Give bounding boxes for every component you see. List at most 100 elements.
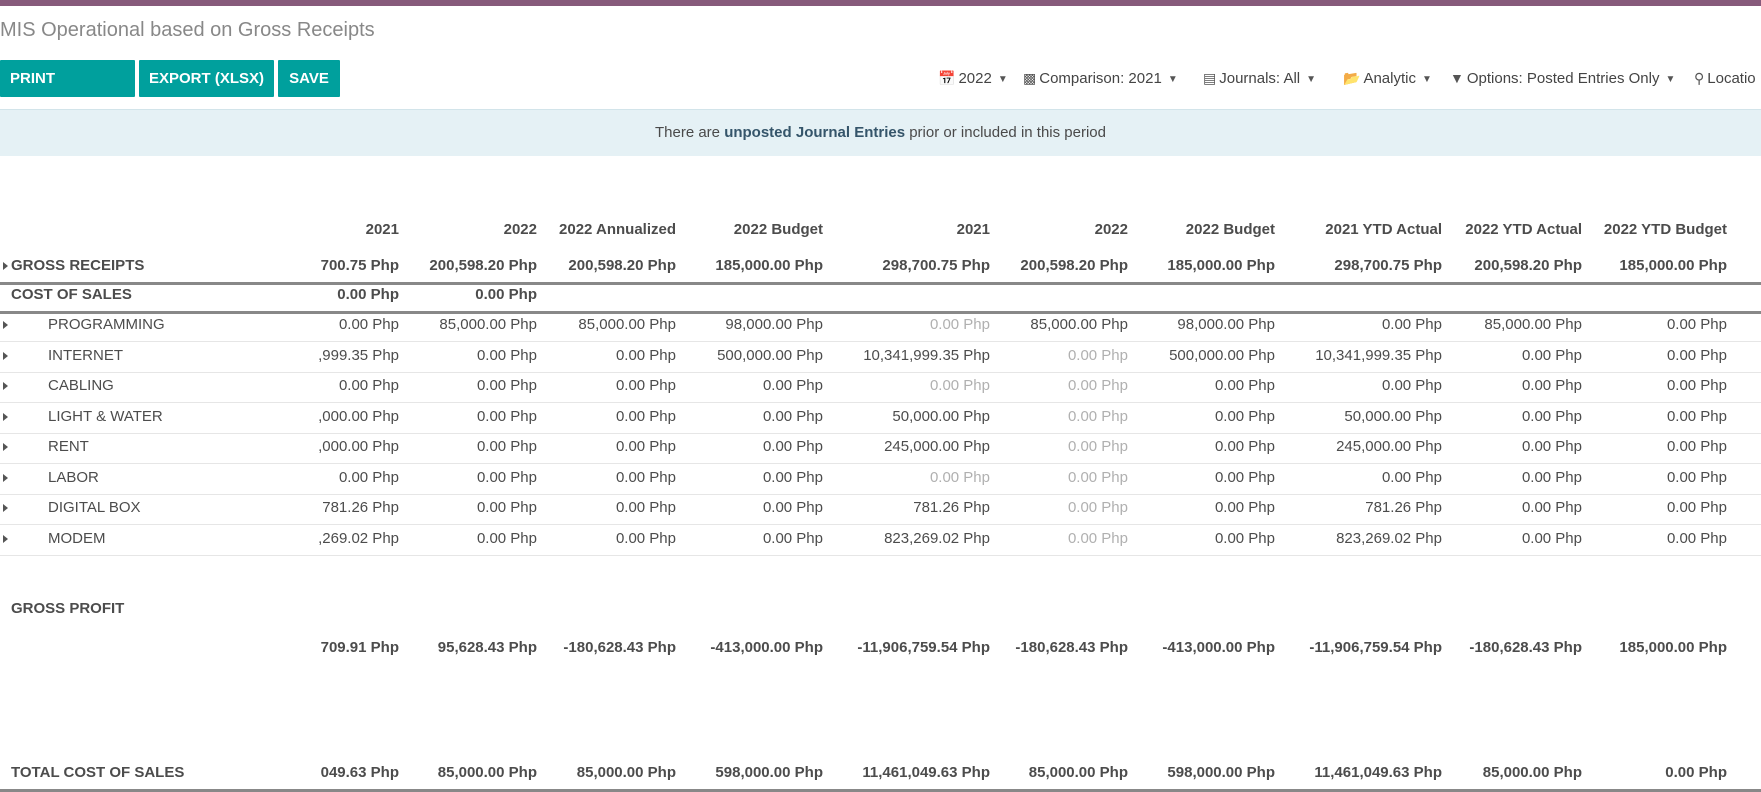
row-value: 0.00 Php [615, 468, 676, 486]
row-value: 245,000.00 Php [884, 438, 990, 455]
report-header-row: 2021 2022 2022 Annualized 2022 Budget 2021 20… [0, 210, 1761, 250]
row-value: 781.26 Php [1365, 499, 1442, 516]
journals-filter[interactable]: ▤ Journals: All ▼ [1203, 60, 1316, 98]
row-value: 0.00 Php [1521, 499, 1582, 516]
total-cost-of-sales-row-label: TOTAL COST OF SALES [11, 764, 185, 781]
page-title: MIS Operational based on Gross Receipts [0, 19, 375, 41]
comparison-filter-label: Comparison: 2021 [1039, 70, 1162, 87]
cost-of-sales-line-label: LIGHT & WATER [48, 407, 163, 425]
expand-caret-icon[interactable] [3, 382, 8, 390]
options-filter-label: Options: Posted Entries Only [1466, 70, 1660, 87]
analytic-filter[interactable]: 📂 Analytic ▼ [1343, 60, 1432, 98]
row-value: 0.00 Php [1666, 499, 1727, 516]
cost-of-sales-line[interactable]: MODEM ,269.02 Php 0.00 Php 0.00 Php 0.00 Php… [0, 523, 1761, 556]
row-value: 0.00 Php [1666, 438, 1727, 455]
row-value: 823,269.02 Php [1336, 529, 1442, 547]
row-value: 0.00 Php [476, 346, 537, 364]
row-value: 0.00 Php [1521, 529, 1582, 547]
location-filter-label: Locatio [1707, 70, 1756, 87]
cost-of-sales-line-label: RENT [48, 438, 89, 455]
column-header: 2022 [1094, 221, 1128, 238]
alert-prefix: There are [654, 124, 725, 141]
filter-bar: 📅 2022 ▼ ▩ Comparison: 2021 ▼ ▤ Journals: All… [0, 60, 1761, 97]
row-value: 185,000.00 Php [715, 257, 823, 274]
alert-suffix: prior or included in this period [905, 124, 1106, 141]
row-value: 0.00 Php [615, 438, 676, 455]
expand-caret-icon[interactable] [3, 321, 8, 329]
row-value: 0.00 Php [1067, 438, 1128, 455]
row-value: 0.00 Php [1666, 529, 1727, 547]
row-value: 781.26 Php [322, 499, 399, 516]
cost-of-sales-line[interactable]: LIGHT & WATER ,000.00 Php 0.00 Php 0.00 Php… [0, 401, 1761, 434]
map-marker-icon: ⚲ [1694, 70, 1705, 86]
options-filter[interactable]: ▼ Options: Posted Entries Only ▼ [1450, 60, 1675, 98]
row-value: 0.00 Php [615, 346, 676, 364]
period-filter[interactable]: 📅 2022 ▼ [938, 60, 1008, 98]
row-value: 0.00 Php [476, 468, 537, 486]
column-header: 2022 YTD Budget [1603, 221, 1727, 238]
funnel-icon: ▼ [1450, 70, 1464, 86]
gross-profit-value: 95,628.43 Php [437, 639, 537, 656]
expand-caret-icon[interactable] [3, 534, 8, 543]
gross-profit-value: -11,906,759.54 Php [1309, 639, 1442, 656]
comparison-filter[interactable]: ▩ Comparison: 2021 ▼ [1023, 60, 1178, 98]
expand-caret-icon[interactable] [3, 412, 8, 421]
column-header: 2022 Budget [733, 221, 823, 238]
cost-of-sales-line[interactable]: PROGRAMMING 0.00 Php 85,000.00 Php 85,000.0… [0, 309, 1761, 342]
cost-of-sales-line[interactable]: INTERNET ,999.35 Php 0.00 Php 0.00 Php 500,0… [0, 340, 1761, 373]
cost-of-sales-line-label: INTERNET [48, 346, 123, 364]
row-value: 0.00 Php [615, 499, 676, 516]
row-value: 245,000.00 Php [1336, 438, 1442, 455]
gross-profit-value: -180,628.43 Php [1469, 639, 1582, 656]
row-value: 98,000.00 Php [1177, 316, 1275, 333]
caret-down-icon: ▼ [997, 74, 1008, 85]
row-value: 0.00 Php [1067, 499, 1128, 516]
caret-down-icon: ▼ [1665, 74, 1676, 85]
gross-profit-value: -180,628.43 Php [563, 639, 676, 656]
row-value: 85,000.00 Php [1030, 316, 1128, 333]
expand-caret-icon[interactable] [3, 473, 8, 482]
expand-caret-icon[interactable] [3, 504, 8, 512]
caret-down-icon: ▼ [1421, 74, 1432, 85]
gross-receipts-row-label: GROSS RECEIPTS [11, 257, 145, 274]
row-value: 0.00 Php [929, 316, 990, 333]
row-value: 0.00 Php [1665, 764, 1727, 781]
row-value: 0.00 Php [338, 316, 399, 333]
row-value: 0.00 Php [1214, 468, 1275, 486]
unposted-entries-link[interactable]: unposted Journal Entries [724, 124, 905, 141]
expand-caret-icon[interactable] [3, 351, 8, 360]
row-value: 0.00 Php [615, 529, 676, 547]
row-value: 0.00 Php [1521, 407, 1582, 425]
row-value: 598,000.00 Php [1167, 764, 1275, 781]
row-value: 0.00 Php [476, 438, 537, 455]
cost-of-sales-line[interactable]: LABOR 0.00 Php 0.00 Php 0.00 Php 0.00 Php 0.0… [0, 462, 1761, 495]
row-value: 0.00 Php [1067, 377, 1128, 394]
cost-of-sales-line-label: DIGITAL BOX [48, 499, 141, 516]
caret-down-icon: ▼ [1306, 74, 1317, 85]
row-value: 0.00 Php [1381, 377, 1442, 394]
gross-profit-label: GROSS PROFIT [11, 600, 125, 617]
analytic-filter-label: Analytic [1363, 70, 1416, 87]
cost-of-sales-line[interactable]: CABLING 0.00 Php 0.00 Php 0.00 Php 0.00 Php 0… [0, 370, 1761, 403]
row-value: 11,461,049.63 Php [1314, 764, 1442, 781]
row-value: 0.00 Php [1214, 499, 1275, 516]
row-value: ,269.02 Php [318, 529, 399, 547]
book-icon: ▤ [1203, 70, 1217, 86]
row-value: 85,000.00 Php [439, 316, 537, 333]
gross-profit-value: -413,000.00 Php [710, 639, 823, 656]
row-value: 11,461,049.63 Php [862, 764, 990, 781]
row-value: 85,000.00 Php [576, 764, 676, 781]
expand-caret-icon[interactable] [3, 443, 8, 451]
row-value: 185,000.00 Php [1619, 257, 1727, 274]
cost-of-sales-line[interactable]: RENT ,000.00 Php 0.00 Php 0.00 Php 0.00 Php 2… [0, 431, 1761, 464]
expand-caret-icon[interactable] [3, 262, 8, 270]
column-header: 2022 Annualized [559, 221, 676, 238]
cost-of-sales-line[interactable]: DIGITAL BOX 781.26 Php 0.00 Php 0.00 Php 0.0… [0, 492, 1761, 525]
location-filter[interactable]: ⚲ Locatio [1694, 60, 1756, 97]
row-value: 0.00 Php [476, 407, 537, 425]
row-value: 0.00 Php [475, 286, 537, 303]
row-value: 0.00 Php [1067, 529, 1128, 547]
row-value: 0.00 Php [1666, 468, 1727, 486]
row-value: 0.00 Php [1067, 346, 1128, 364]
row-value: 0.00 Php [1214, 407, 1275, 425]
